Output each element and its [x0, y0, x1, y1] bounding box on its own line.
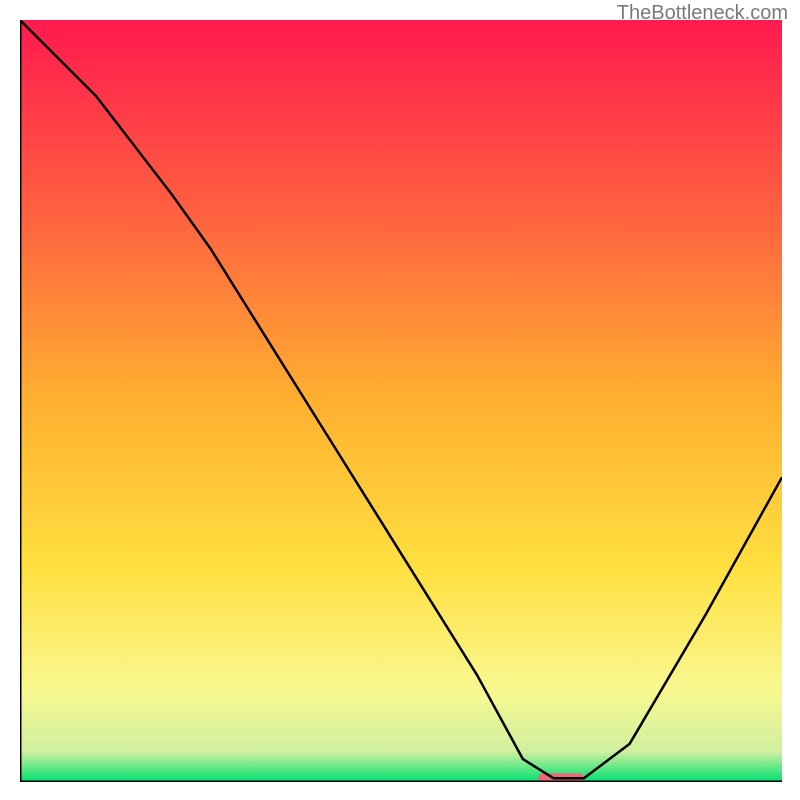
plot-area: [20, 20, 782, 782]
gradient-background: [20, 20, 782, 782]
chart-container: TheBottleneck.com: [0, 0, 800, 800]
chart-svg: [20, 20, 782, 782]
watermark-text: TheBottleneck.com: [617, 2, 788, 25]
